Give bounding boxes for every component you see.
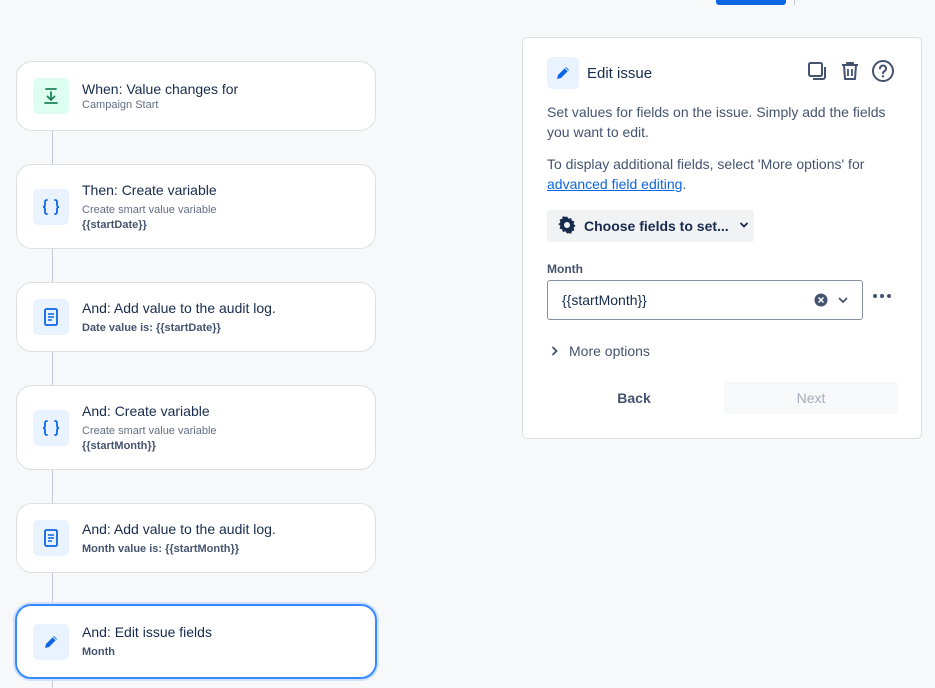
panel-title: Edit issue — [587, 64, 653, 82]
card-title: And: Add value to the audit log. — [82, 520, 276, 537]
back-button[interactable]: Back — [547, 382, 721, 414]
document-icon — [33, 299, 69, 335]
flow-connector — [52, 679, 53, 688]
panel-description: Set values for fields on the issue. Simp… — [547, 104, 886, 140]
trigger-card[interactable]: When: Value changes for Campaign Start — [16, 61, 376, 131]
card-title: Then: Create variable — [82, 181, 217, 198]
card-detail: {{startDate}} — [82, 218, 147, 231]
card-subtitle: Create smart value variable — [82, 424, 217, 437]
card-detail: Month — [82, 646, 115, 658]
action-card-create-variable[interactable]: And: Create variable Create smart value … — [16, 385, 376, 470]
month-field-label: Month — [547, 262, 583, 276]
month-field-value: {{startMonth}} — [562, 292, 647, 308]
flow-connector — [52, 131, 53, 164]
action-card-edit-issue-selected[interactable]: And: Edit issue fields Month — [15, 604, 377, 679]
flow-connector — [52, 352, 53, 385]
chevron-down-icon[interactable] — [836, 293, 850, 310]
chevron-right-icon — [551, 343, 559, 359]
curly-braces-icon — [33, 188, 69, 225]
card-detail: {{startMonth}} — [82, 439, 156, 452]
flow-connector — [52, 470, 53, 503]
month-field-input[interactable]: {{startMonth}} — [547, 280, 863, 320]
choose-fields-label: Choose fields to set... — [584, 218, 729, 234]
top-divider — [794, 0, 795, 5]
card-detail: Date value is: {{startDate}} — [82, 321, 221, 334]
copy-icon[interactable] — [805, 59, 829, 83]
card-subtitle: Create smart value variable — [82, 203, 217, 216]
flow-connector — [52, 573, 53, 604]
edit-issue-panel: Edit issue Set values for fields on the … — [522, 37, 922, 439]
chevron-down-icon — [738, 218, 750, 234]
choose-fields-button[interactable]: Choose fields to set... — [547, 210, 754, 242]
action-card-audit-log[interactable]: And: Add value to the audit log. Date va… — [16, 282, 376, 352]
desc-suffix: . — [682, 176, 687, 192]
curly-braces-icon — [33, 409, 69, 446]
more-options-toggle[interactable]: More options — [551, 343, 650, 359]
document-icon — [33, 520, 69, 556]
action-card-audit-log[interactable]: And: Add value to the audit log. Month v… — [16, 503, 376, 573]
card-detail: Month value is: {{startMonth}} — [82, 542, 240, 555]
desc-prefix: To display additional fields, select 'Mo… — [547, 156, 865, 172]
card-title: And: Edit issue fields — [82, 624, 212, 640]
trigger-download-icon — [33, 78, 69, 114]
top-primary-button[interactable] — [716, 0, 786, 5]
next-button[interactable]: Next — [724, 382, 898, 414]
pencil-icon — [33, 623, 69, 660]
action-card-create-variable[interactable]: Then: Create variable Create smart value… — [16, 164, 376, 249]
advanced-field-editing-link[interactable]: advanced field editing — [547, 176, 682, 192]
card-title: When: Value changes for — [82, 80, 239, 97]
card-subtitle: Campaign Start — [82, 98, 159, 111]
trash-icon[interactable] — [838, 59, 862, 83]
help-icon[interactable] — [871, 59, 895, 83]
gear-icon — [557, 215, 577, 238]
card-title: And: Create variable — [82, 402, 210, 419]
pencil-icon — [547, 57, 579, 89]
clear-icon[interactable] — [814, 293, 828, 310]
panel-description-more: To display additional fields, select 'Mo… — [547, 154, 897, 194]
more-options-label: More options — [569, 343, 650, 359]
more-actions-icon[interactable] — [871, 288, 893, 304]
card-title: And: Add value to the audit log. — [82, 299, 276, 316]
flow-connector — [52, 249, 53, 282]
